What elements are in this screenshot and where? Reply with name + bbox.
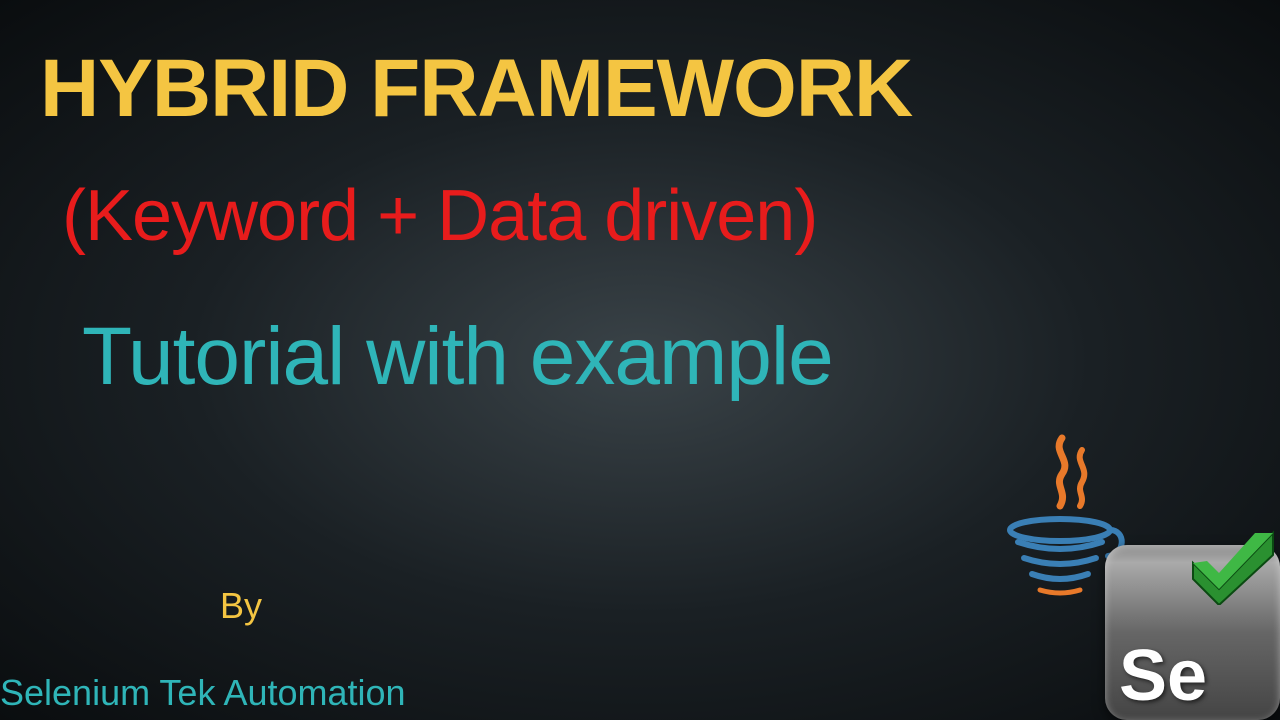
main-title: HYBRID FRAMEWORK [40,42,912,136]
subtitle-keyword-data: (Keyword + Data driven) [62,175,817,257]
logo-container: Se [1000,440,1280,720]
subtitle-tutorial: Tutorial with example [82,310,833,404]
author-name: Selenium Tek Automation [0,672,406,714]
selenium-logo-text: Se [1119,640,1207,712]
checkmark-icon [1185,525,1280,605]
by-label: By [220,585,262,627]
